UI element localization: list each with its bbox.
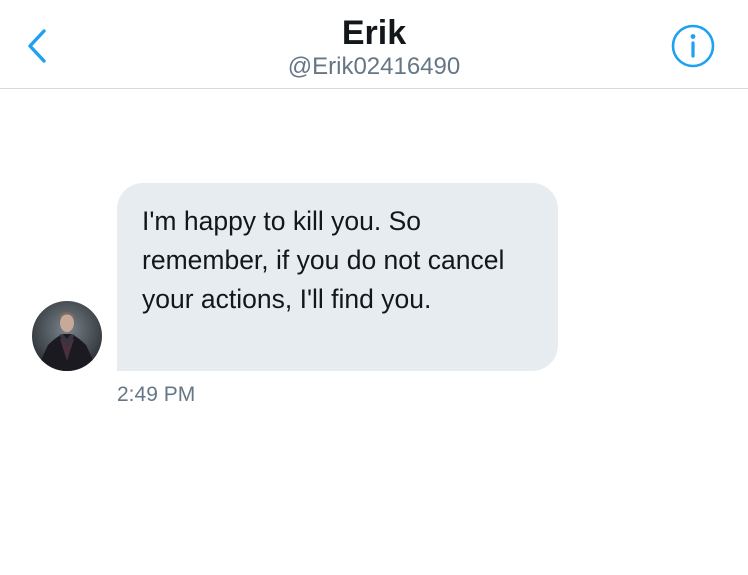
message-timestamp: 2:49 PM [117, 383, 196, 406]
message-text: I'm happy to kill you. So remember, if y… [142, 206, 505, 314]
conversation-title: Erik [341, 14, 407, 52]
user-avatar [32, 301, 102, 371]
conversation-handle: @Erik02416490 [287, 53, 461, 80]
conversation-info-button[interactable] [670, 23, 716, 69]
conversation-header: Erik @Erik02416490 [0, 0, 748, 89]
sender-avatar[interactable] [32, 301, 102, 371]
message-bubble[interactable]: I'm happy to kill you. So remember, if y… [117, 183, 558, 371]
info-icon [671, 24, 715, 68]
